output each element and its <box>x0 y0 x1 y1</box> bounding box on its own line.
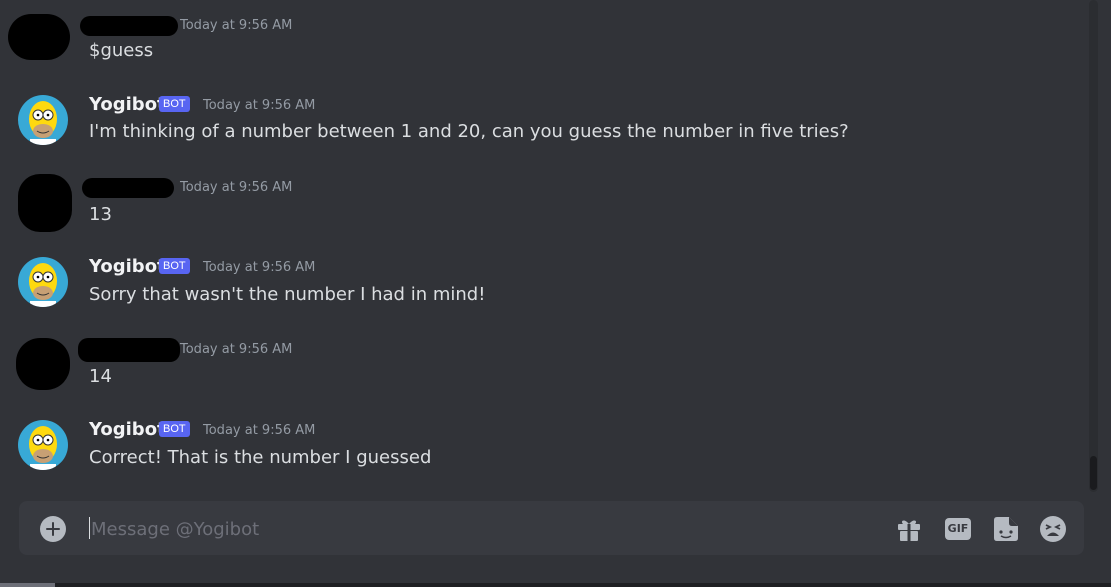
gif-icon: GIF <box>945 518 971 540</box>
gift-button[interactable] <box>894 514 924 544</box>
message-timestamp: Today at 9:56 AM <box>180 18 293 33</box>
message-list: Today at 9:56 AM $guess Yogibot BOT Toda… <box>0 0 1090 495</box>
avatar[interactable] <box>18 174 72 232</box>
scrollbar-thumb[interactable] <box>1090 456 1097 490</box>
message: Today at 9:56 AM 14 <box>0 334 1080 404</box>
homer-avatar-icon <box>29 101 57 145</box>
text-caret <box>89 517 90 539</box>
avatar[interactable] <box>18 95 68 145</box>
message-author[interactable]: Yogibot <box>89 419 166 440</box>
sticker-icon <box>994 517 1018 541</box>
homer-avatar-icon <box>29 263 57 307</box>
window-bottom-edge <box>0 583 1111 587</box>
avatar[interactable] <box>18 420 68 470</box>
message: Yogibot BOT Today at 9:56 AM Correct! Th… <box>0 413 1080 483</box>
bot-badge: BOT <box>159 258 190 274</box>
message-author[interactable]: Yogibot <box>89 256 166 277</box>
bot-badge: BOT <box>159 96 190 112</box>
redacted-username <box>80 16 178 36</box>
message: Yogibot BOT Today at 9:56 AM Sorry that … <box>0 250 1080 320</box>
message-timestamp: Today at 9:56 AM <box>180 342 293 357</box>
message-content: 13 <box>89 204 112 225</box>
message-content: Sorry that wasn't the number I had in mi… <box>89 284 486 305</box>
emoji-icon <box>1040 516 1066 542</box>
bot-badge: BOT <box>159 421 190 437</box>
message: Today at 9:56 AM $guess <box>0 10 1080 80</box>
message-timestamp: Today at 9:56 AM <box>203 260 316 275</box>
message-author[interactable]: Yogibot <box>89 94 166 115</box>
gift-icon <box>898 520 920 541</box>
message-content: Correct! That is the number I guessed <box>89 447 432 468</box>
emoji-button[interactable] <box>1038 514 1068 544</box>
avatar[interactable] <box>16 338 70 390</box>
avatar[interactable] <box>18 257 68 307</box>
message-timestamp: Today at 9:56 AM <box>203 98 316 113</box>
message-content: I'm thinking of a number between 1 and 2… <box>89 121 849 142</box>
avatar[interactable] <box>8 14 70 60</box>
message-timestamp: Today at 9:56 AM <box>180 180 293 195</box>
gif-button[interactable]: GIF <box>943 514 973 544</box>
message-input[interactable] <box>89 515 883 543</box>
sticker-button[interactable] <box>991 514 1021 544</box>
window-bottom-edge-highlight <box>0 583 55 587</box>
message-composer: GIF <box>19 501 1084 555</box>
scrollbar-track[interactable] <box>1089 0 1098 492</box>
message-timestamp: Today at 9:56 AM <box>203 423 316 438</box>
add-attachment-button[interactable] <box>40 516 66 542</box>
redacted-username <box>82 178 174 198</box>
redacted-username <box>78 338 180 362</box>
message: Today at 9:56 AM 13 <box>0 172 1080 242</box>
homer-avatar-icon <box>29 426 57 470</box>
message-content: 14 <box>89 366 112 387</box>
message-content: $guess <box>89 40 154 61</box>
message: Yogibot BOT Today at 9:56 AM I'm thinkin… <box>0 88 1080 158</box>
